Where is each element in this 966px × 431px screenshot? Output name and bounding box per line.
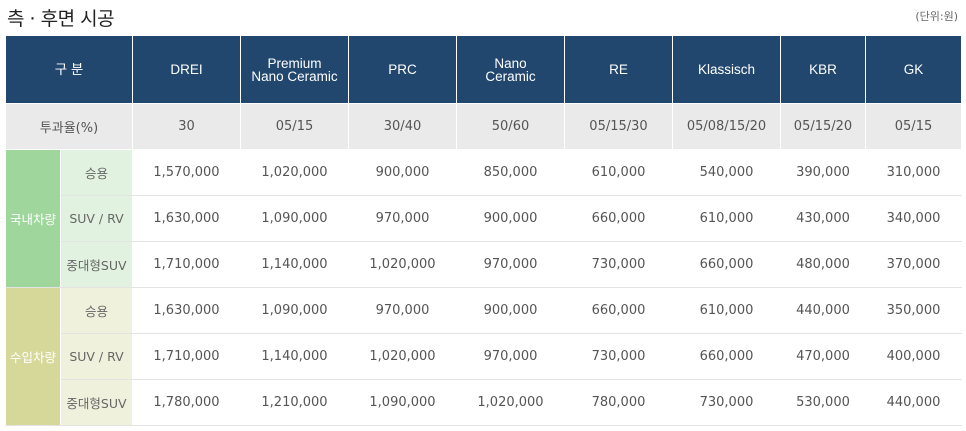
price-cell: 660,000 (564, 195, 673, 242)
header-product: Nano Ceramic (456, 35, 565, 104)
price-cell: 440,000 (780, 287, 866, 334)
price-cell: 350,000 (865, 287, 962, 334)
price-cell: 1,140,000 (240, 333, 349, 380)
price-cell: 610,000 (672, 287, 781, 334)
vehicle-type: 중대형SUV (60, 241, 133, 288)
price-cell: 470,000 (780, 333, 866, 380)
price-cell: 1,780,000 (132, 379, 241, 426)
price-cell: 1,090,000 (348, 379, 457, 426)
price-cell: 730,000 (672, 379, 781, 426)
price-cell: 440,000 (865, 379, 962, 426)
header-product: RE (564, 35, 673, 104)
table-row: 중대형SUV 1,710,000 1,140,000 1,020,000 970… (6, 241, 962, 288)
price-cell: 900,000 (348, 149, 457, 196)
price-cell: 900,000 (456, 195, 565, 242)
table-row: 중대형SUV 1,780,000 1,210,000 1,090,000 1,0… (6, 379, 962, 426)
price-cell: 1,020,000 (348, 333, 457, 380)
price-cell: 970,000 (456, 333, 565, 380)
vehicle-type: 승용 (60, 149, 133, 196)
page-title: 측 · 후면 시공 (7, 8, 115, 30)
vehicle-type: SUV / RV (60, 195, 133, 242)
header-category: 구 분 (5, 35, 133, 104)
table-row: 수입차량 승용 1,630,000 1,090,000 970,000 900,… (5, 287, 962, 426)
price-cell: 530,000 (780, 379, 866, 426)
header-product: KBR (780, 35, 866, 104)
transmittance-value: 30 (132, 103, 241, 150)
transmittance-value: 05/15/20 (780, 103, 866, 150)
price-cell: 370,000 (865, 241, 962, 288)
price-cell: 970,000 (348, 287, 457, 334)
price-cell: 610,000 (564, 149, 673, 196)
price-cell: 1,020,000 (348, 241, 457, 288)
table-row: SUV / RV 1,630,000 1,090,000 970,000 900… (6, 195, 962, 242)
header-product: DREI (132, 35, 241, 104)
price-cell: 730,000 (564, 333, 673, 380)
vehicle-type: 중대형SUV (60, 379, 133, 426)
price-cell: 1,090,000 (240, 195, 349, 242)
price-cell: 1,140,000 (240, 241, 349, 288)
price-cell: 1,090,000 (240, 287, 349, 334)
price-cell: 340,000 (865, 195, 962, 242)
header-product: GK (865, 35, 962, 104)
transmittance-value: 05/15/30 (564, 103, 673, 150)
price-cell: 400,000 (865, 333, 962, 380)
group-label-imported: 수입차량 (5, 287, 61, 426)
price-cell: 1,630,000 (132, 195, 241, 242)
table-header-row: 구 분 DREI Premium Nano Ceramic PRC Nano Cer… (5, 35, 962, 104)
price-cell: 1,020,000 (240, 149, 349, 196)
price-table: 구 분 DREI Premium Nano Ceramic PRC Nano Cer… (5, 35, 962, 426)
header-product: PRC (348, 35, 457, 104)
price-cell: 480,000 (780, 241, 866, 288)
price-cell: 780,000 (564, 379, 673, 426)
transmittance-value: 05/15 (865, 103, 962, 150)
price-cell: 850,000 (456, 149, 565, 196)
transmittance-value: 50/60 (456, 103, 565, 150)
price-cell: 310,000 (865, 149, 962, 196)
price-cell: 660,000 (564, 287, 673, 334)
price-cell: 900,000 (456, 287, 565, 334)
price-cell: 1,710,000 (132, 241, 241, 288)
transmittance-label: 투과율(%) (5, 103, 133, 150)
price-cell: 540,000 (672, 149, 781, 196)
price-cell: 970,000 (456, 241, 565, 288)
header-product: Premium Nano Ceramic (240, 35, 349, 104)
price-cell: 660,000 (672, 241, 781, 288)
price-cell: 970,000 (348, 195, 457, 242)
transmittance-row: 투과율(%) 30 05/15 30/40 50/60 05/15/30 05/… (5, 103, 962, 150)
price-cell: 730,000 (564, 241, 673, 288)
price-cell: 1,710,000 (132, 333, 241, 380)
price-cell: 1,020,000 (456, 379, 565, 426)
transmittance-value: 30/40 (348, 103, 457, 150)
price-cell: 610,000 (672, 195, 781, 242)
transmittance-value: 05/08/15/20 (672, 103, 781, 150)
unit-label: (단위:원) (915, 10, 958, 23)
table-row: 국내차량 승용 1,570,000 1,020,000 900,000 850,… (5, 149, 962, 288)
price-cell: 660,000 (672, 333, 781, 380)
vehicle-type: 승용 (60, 287, 133, 334)
price-cell: 1,630,000 (132, 287, 241, 334)
table-row: SUV / RV 1,710,000 1,140,000 1,020,000 9… (6, 333, 962, 380)
price-cell: 1,570,000 (132, 149, 241, 196)
header-product: Klassisch (672, 35, 781, 104)
price-cell: 390,000 (780, 149, 866, 196)
price-cell: 1,210,000 (240, 379, 349, 426)
vehicle-type: SUV / RV (60, 333, 133, 380)
group-label-domestic: 국내차량 (5, 149, 61, 288)
price-cell: 430,000 (780, 195, 866, 242)
transmittance-value: 05/15 (240, 103, 349, 150)
